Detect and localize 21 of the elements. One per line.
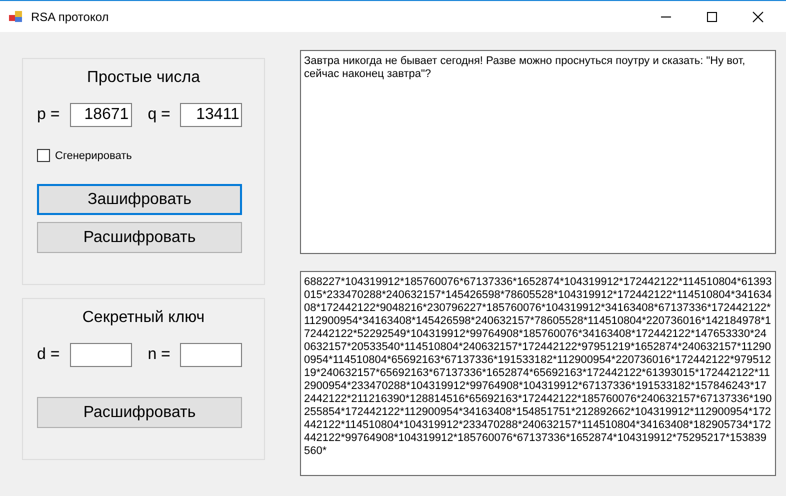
checkbox[interactable] bbox=[37, 149, 50, 162]
group-title: Секретный ключ bbox=[81, 309, 206, 327]
close-icon[interactable] bbox=[752, 10, 764, 22]
action-button[interactable]: Зашифровать bbox=[37, 184, 242, 215]
field-label: n = bbox=[148, 346, 170, 364]
input-field[interactable] bbox=[70, 343, 132, 367]
field-label: q = bbox=[148, 106, 170, 124]
input-field[interactable]: 18671 bbox=[70, 103, 132, 127]
action-button[interactable]: Расшифровать bbox=[37, 397, 242, 428]
field-label: d = bbox=[37, 346, 60, 364]
text-area[interactable]: 688227*104319912*185760076*67137336*1652874*104319912*172442122*114510804*61393015*233470288*240632157*145426598*78605528*104319912*172442122*114510804*34163408*172442122*9048216*230796227*185760076*104319912*34163408*67137336*172442122*112900954*34163408*145426598*240632157*78605528*114510804*220736016*142184978*172442122*52292549*104319912*99764908*185760076*34163408*172442122*147653330*240632157*20533540*114510804*240632157*172442122*97951219*1652874*240632157*112900954*114510804*65692163*67137336*191533182*112900954*220736016*172442122*97951219*240632157*65692163*67137336*1652874*65692163*172442122*61393015*172442122*112900954*233470288*104319912*99764908*104319912*67137336*191533182*157846243*172442122*211216390*128814516*65692163*172442122*185760076*240632157*67137336*190255854*172442122*112900954*34163408*154851751*212892662*104319912*112900954*172442122*114510804*104319912*233470288*240632157*114510804*34163408*182905734*172442122*99764908*104319912*185760076*67137336*1652874*104319912*75295217*153839560* bbox=[300, 271, 776, 476]
input-field[interactable]: 13411 bbox=[180, 103, 242, 127]
app-icon bbox=[9, 10, 23, 22]
action-button[interactable]: Расшифровать bbox=[37, 222, 242, 253]
checkbox-label: Сгенерировать bbox=[55, 150, 132, 162]
text-area[interactable]: Завтра никогда не бывает сегодня! Разве можно проснуться поутру и сказать: "Ну вот, сейчас наконец завтра"? bbox=[300, 50, 776, 254]
group-title: Простые числа bbox=[86, 69, 201, 87]
input-field[interactable] bbox=[180, 343, 242, 367]
maximize-icon[interactable] bbox=[706, 10, 718, 22]
window-title: RSA протокол bbox=[31, 10, 109, 24]
field-label: p = bbox=[37, 106, 60, 124]
